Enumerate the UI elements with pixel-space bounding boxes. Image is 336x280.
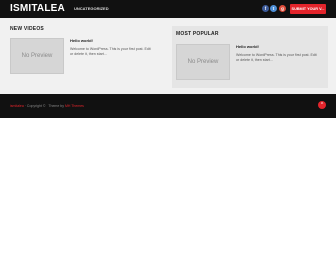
scroll-to-top-icon[interactable]: ^ <box>318 101 326 109</box>
google-plus-icon[interactable]: g <box>279 5 286 12</box>
facebook-icon[interactable]: f <box>262 5 269 12</box>
popular-video-title[interactable]: Hello world! <box>236 44 259 49</box>
footer: ismitalea · Copyright © Theme by MH Them… <box>0 94 336 118</box>
theme-link[interactable]: MH Themes <box>65 104 84 108</box>
site-logo[interactable]: ISMITALEA <box>10 3 65 14</box>
no-preview-text: No Preview <box>187 59 219 65</box>
submit-video-button[interactable]: SUBMIT YOUR V... <box>290 4 326 14</box>
nav-item-uncategorized[interactable]: UNCATEGORIZED <box>74 6 109 11</box>
popular-video-excerpt: Welcome to WordPress. This is your first… <box>236 53 317 62</box>
no-preview-text: No Preview <box>21 53 53 59</box>
new-video-excerpt: Welcome to WordPress. This is your first… <box>70 47 151 56</box>
twitter-icon[interactable]: t <box>270 5 277 12</box>
footer-brand-link[interactable]: ismitalea <box>10 104 24 108</box>
new-video-title[interactable]: Hello world! <box>70 38 93 43</box>
new-video-thumbnail[interactable]: No Preview <box>10 38 64 74</box>
popular-video-thumbnail[interactable]: No Preview <box>176 44 230 80</box>
new-videos-heading: NEW VIDEOS <box>10 26 44 32</box>
copyright-text: ismitalea · Copyright © Theme by MH Them… <box>10 104 84 108</box>
most-popular-heading: MOST POPULAR <box>176 31 219 37</box>
